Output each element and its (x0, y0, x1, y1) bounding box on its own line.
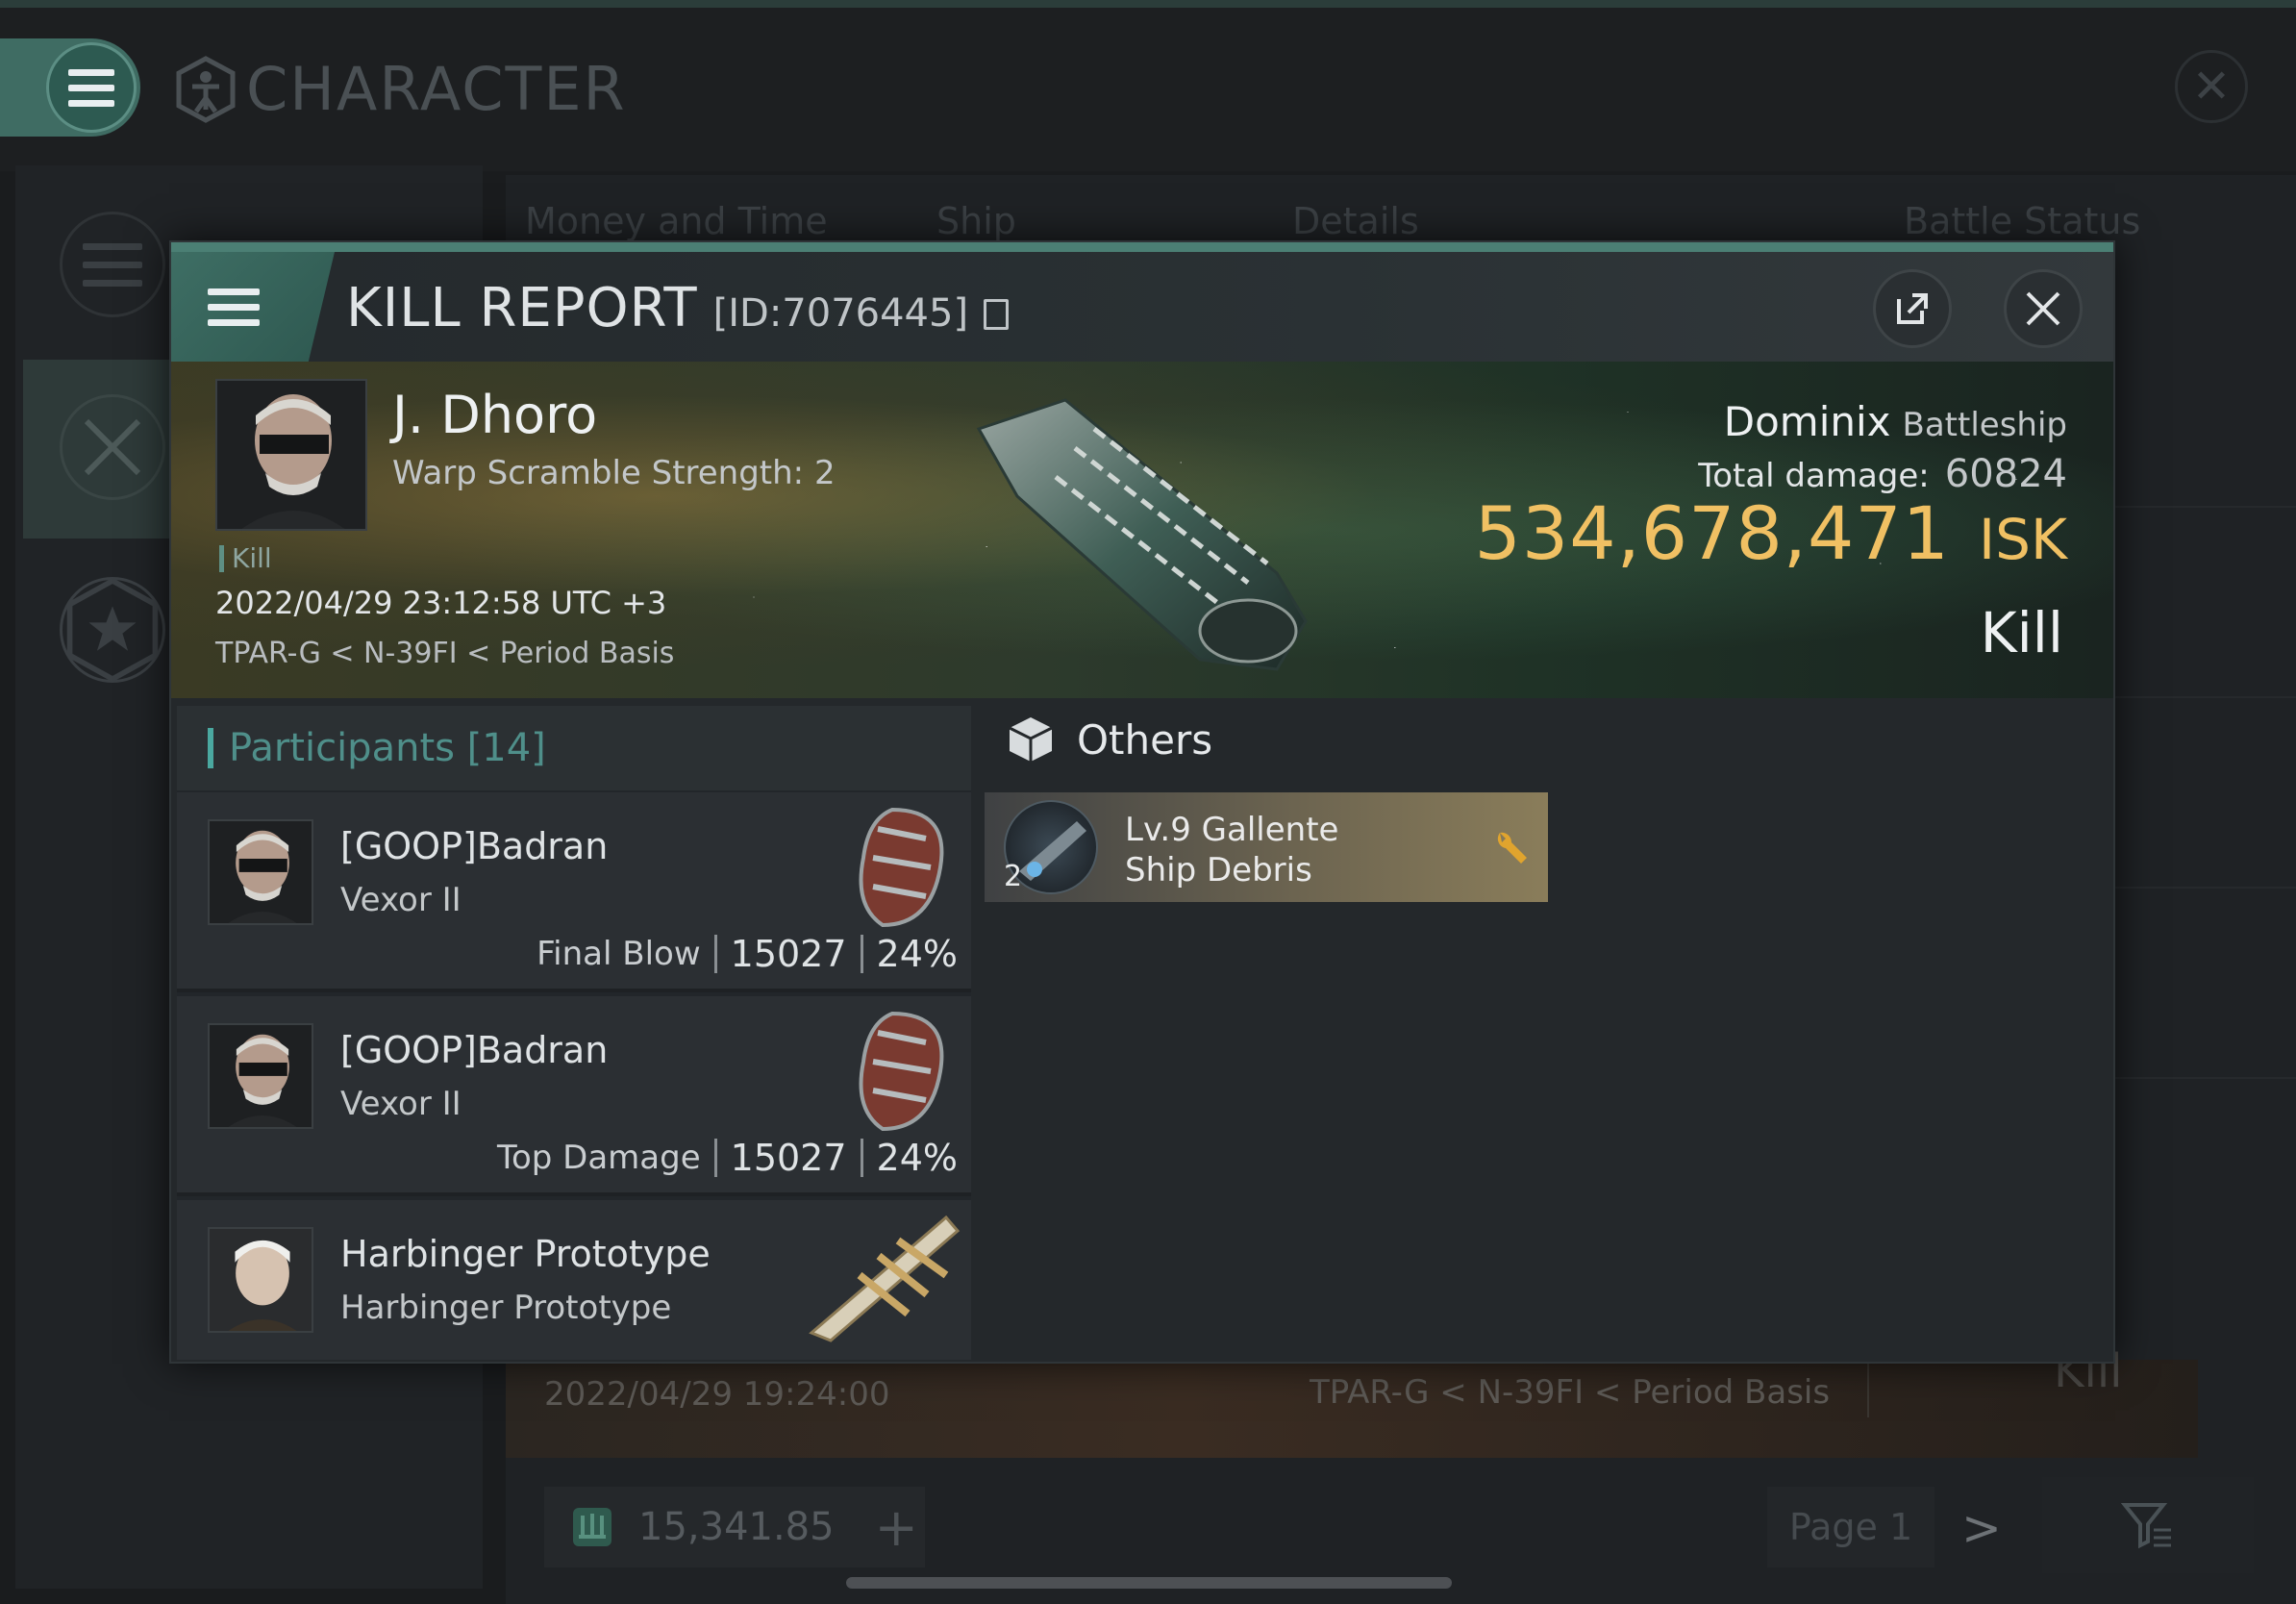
participant-ship: Vexor II (340, 1085, 462, 1123)
participant-row[interactable]: Harbinger Prototype Harbinger Prototype (177, 1200, 971, 1360)
add-isk-button[interactable]: + (875, 1497, 918, 1558)
participants-header-bar (208, 728, 213, 768)
kill-tag: Kill (219, 542, 272, 574)
character-title: CHARACTER (175, 54, 627, 124)
share-button[interactable] (1873, 269, 1952, 348)
page-indicator: Page 1 (1767, 1487, 1934, 1567)
participant-name: [GOOP]Badran (340, 1029, 609, 1071)
close-icon (2026, 291, 2060, 326)
main-menu-button[interactable] (0, 38, 140, 137)
isk-value: 534,678,471 (1474, 490, 1951, 576)
character-close-button[interactable]: ✕ (2175, 50, 2248, 123)
kill-row-separator (1867, 1358, 1869, 1417)
loot-item-count: 2 (1004, 860, 1023, 893)
top-accent-line (0, 0, 2296, 8)
participant-stats: Top Damage 15027 24% (497, 1137, 958, 1179)
victim-ship-image (976, 398, 1308, 671)
participant-percent: 24% (876, 933, 958, 975)
next-page-button[interactable]: > (1961, 1500, 2002, 1556)
filter-button[interactable] (2042, 1477, 2254, 1573)
isk-balance-value: 15,341.85 (638, 1505, 835, 1549)
victim-banner: J. Dhoro Warp Scramble Strength: 2 Kill … (171, 362, 2113, 698)
participant-stats: Final Blow 15027 24% (537, 933, 958, 975)
modal-title: KILL REPORT [ID:7076445] (346, 277, 1010, 339)
participant-ship: Harbinger Prototype (340, 1289, 672, 1327)
participant-ship-image (809, 1215, 961, 1342)
cube-icon (1009, 717, 1053, 762)
filter-icon (2121, 1503, 2171, 1549)
participant-ship: Vexor II (340, 881, 462, 919)
close-icon: ✕ (2191, 60, 2232, 113)
sidebar-list-button[interactable] (60, 212, 165, 317)
kill-location: TPAR-G < N-39FI < Period Basis (215, 637, 675, 670)
wrench-icon (1497, 832, 1527, 864)
kill-report-title: KILL REPORT (346, 277, 698, 339)
sidebar-favorites-button[interactable] (60, 577, 165, 683)
tab-battle-status[interactable]: Battle Status (1904, 200, 2140, 242)
loot-item-name: Lv.9 Gallente Ship Debris (1125, 811, 1339, 890)
kill-result: Kill (1980, 600, 2063, 665)
star-hexagon-icon (66, 577, 159, 683)
kill-tag-text: Kill (232, 542, 272, 574)
warp-scramble-strength: Warp Scramble Strength: 2 (392, 454, 836, 492)
modal-close-button[interactable] (2004, 269, 2083, 348)
participant-row[interactable]: [GOOP]Badran Vexor II Top Damage 15027 2… (177, 996, 971, 1196)
isk-icon (573, 1508, 611, 1546)
menu-icon-circle (46, 42, 137, 133)
copy-icon[interactable] (984, 299, 1010, 330)
isk-unit: ISK (1979, 507, 2067, 572)
hamburger-icon (68, 68, 114, 107)
kill-datetime: 2022/04/29 23:12:58 UTC +3 (215, 585, 667, 621)
participant-name: [GOOP]Badran (340, 825, 609, 867)
character-title-text: CHARACTER (246, 54, 627, 124)
participant-ship-image (859, 807, 944, 928)
external-link-icon (1897, 293, 1928, 324)
participant-percent: 24% (876, 1137, 958, 1179)
tab-money-and-time[interactable]: Money and Time (525, 200, 828, 242)
final-blow-label: Final Blow (537, 935, 701, 973)
victim-ship-class: Battleship (1902, 406, 2067, 444)
pilot-portrait-image (217, 381, 365, 529)
isk-value-row: 534,678,471 ISK (1475, 490, 2067, 576)
participant-ship-image (859, 1011, 944, 1132)
loot-item[interactable]: 2 Lv.9 Gallente Ship Debris (985, 792, 1548, 902)
participant-damage: 15027 (730, 933, 847, 975)
participant-portrait (208, 819, 313, 925)
participants-header[interactable]: Participants [14] (177, 706, 971, 790)
hamburger-icon (208, 288, 260, 326)
crossed-swords-icon (84, 418, 141, 476)
total-damage-label: Total damage: (1698, 457, 1930, 495)
others-header: Others (1008, 715, 1212, 764)
isk-balance: 15,341.85 + (544, 1487, 925, 1567)
character-emblem-icon (176, 55, 236, 123)
tab-details[interactable]: Details (1292, 200, 1419, 242)
top-damage-label: Top Damage (496, 1139, 701, 1177)
sidebar-battle-button[interactable] (60, 394, 165, 500)
participant-damage: 15027 (730, 1137, 847, 1179)
modal-accent-line (171, 242, 2113, 252)
participant-portrait (208, 1227, 313, 1333)
kill-row-date: 2022/04/29 19:24:00 (544, 1375, 890, 1414)
tab-ship[interactable]: Ship (936, 200, 1016, 242)
participants-header-text: Participants [14] (229, 726, 546, 770)
list-icon (83, 242, 142, 287)
victim-ship-name-row: Dominix Battleship (1724, 398, 2067, 445)
participant-name: Harbinger Prototype (340, 1233, 711, 1275)
victim-portrait[interactable] (215, 379, 367, 531)
participants-panel: Participants [14] [GOOP]Badran Vexor II … (177, 706, 971, 1360)
modal-menu-button[interactable] (171, 252, 335, 362)
victim-name[interactable]: J. Dhoro (392, 385, 597, 445)
victim-ship-name[interactable]: Dominix (1724, 398, 1891, 445)
kill-report-id: [ID:7076445] (712, 291, 969, 336)
kill-report-modal: KILL REPORT [ID:7076445] J. Dhoro Warp S… (169, 240, 2115, 1364)
others-header-text: Others (1077, 715, 1213, 764)
home-indicator[interactable] (846, 1577, 1452, 1589)
participant-row[interactable]: [GOOP]Badran Vexor II Final Blow 15027 2… (177, 792, 971, 992)
participant-portrait (208, 1023, 313, 1129)
kill-row-location: TPAR-G < N-39FI < Period Basis (1310, 1373, 1831, 1412)
